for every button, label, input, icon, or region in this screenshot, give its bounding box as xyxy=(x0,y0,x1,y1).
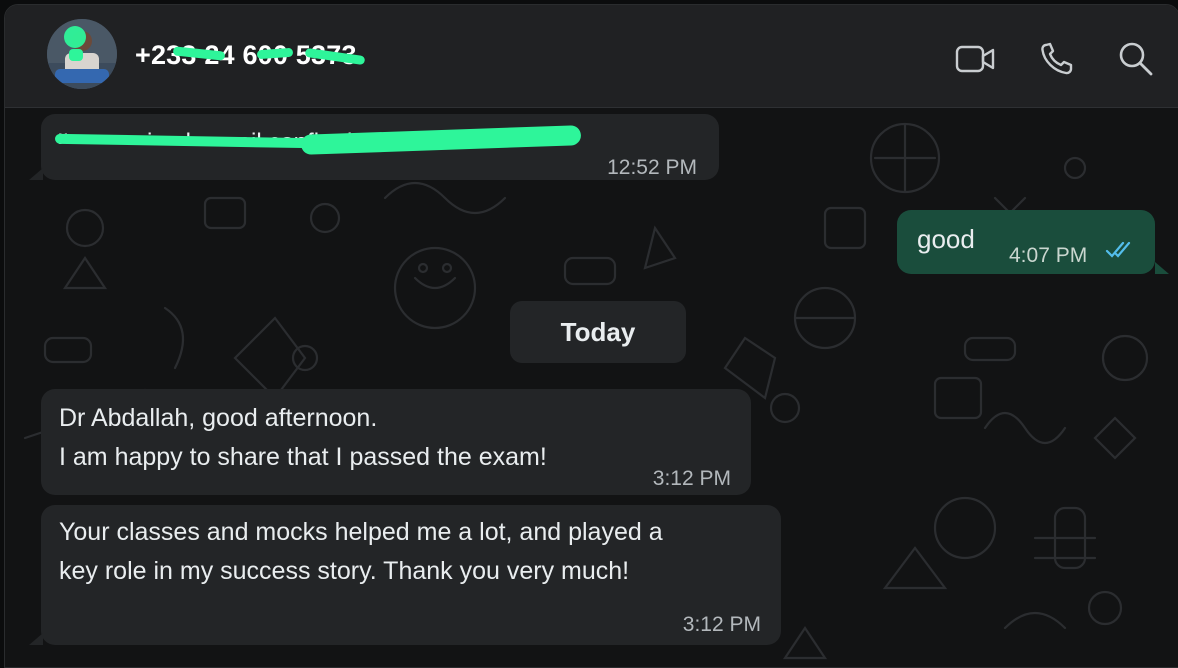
message-time: 3:12 PM xyxy=(652,467,731,490)
day-separator: Today xyxy=(510,301,686,363)
contact-avatar[interactable] xyxy=(47,19,117,89)
message-bubble-incoming[interactable]: Your classes and mocks helped me a lot, … xyxy=(41,505,781,645)
message-time: 4:07 PM xyxy=(1009,244,1088,267)
read-receipt-icon xyxy=(1105,241,1131,258)
phone-icon[interactable] xyxy=(1037,39,1081,79)
message-bubble-incoming[interactable]: Dr Abdallah, good afternoon. I am happy … xyxy=(41,389,751,495)
message-time: 12:52 PM xyxy=(607,156,697,179)
chat-window: +233 24 600 5373 12:52 PM good 4:07 PM T… xyxy=(4,4,1178,668)
message-line: I am happy to share that I passed the ex… xyxy=(59,443,547,471)
message-text: Dr Abdallah, good afternoon. I am happy … xyxy=(59,399,547,477)
bubble-tail xyxy=(29,168,43,180)
message-bubble-incoming[interactable]: I've received a mail confirming 12:52 PM xyxy=(41,114,719,180)
message-line: key role in my success story. Thank you … xyxy=(59,557,630,585)
message-text: Your classes and mocks helped me a lot, … xyxy=(59,513,663,591)
search-icon[interactable] xyxy=(1115,39,1159,79)
bubble-tail xyxy=(29,633,43,645)
video-camera-icon[interactable] xyxy=(953,39,997,79)
message-text: good xyxy=(917,224,975,254)
message-line: Your classes and mocks helped me a lot, … xyxy=(59,518,663,546)
message-time: 3:12 PM xyxy=(682,613,761,636)
message-line: Dr Abdallah, good afternoon. xyxy=(59,404,378,432)
avatar-image xyxy=(47,19,117,89)
message-list[interactable]: I've received a mail confirming 12:52 PM… xyxy=(5,108,1178,667)
bubble-tail xyxy=(1155,262,1169,274)
message-bubble-outgoing[interactable]: good 4:07 PM xyxy=(897,210,1155,274)
chat-header: +233 24 600 5373 xyxy=(5,5,1178,108)
